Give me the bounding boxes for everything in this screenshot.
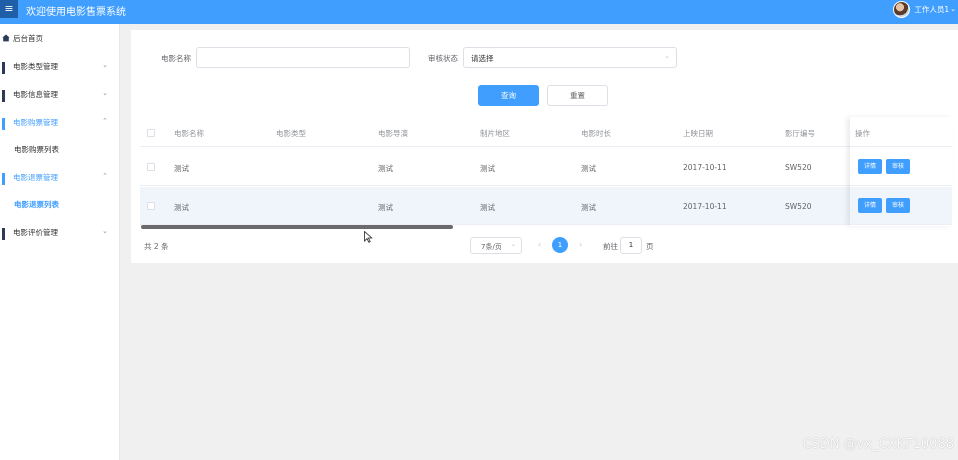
chevron-down-icon[interactable]: ⌄ [950, 5, 956, 13]
cell-director: 测试 [378, 164, 393, 173]
column-header: 影厅编号 [785, 129, 815, 138]
operations-cell: 详情 审核 [850, 187, 952, 225]
operations-header: 操作 [850, 120, 952, 147]
cell-region: 测试 [480, 203, 495, 212]
audit-button[interactable]: 审核 [886, 159, 910, 174]
table-row[interactable]: 测试 测试 测试 测试 2017-10-11 SW520 [140, 187, 952, 225]
chevron-down-icon: ⌄ [102, 89, 108, 97]
column-header: 上映日期 [683, 129, 713, 138]
cell-movie-name: 测试 [174, 164, 189, 173]
chevron-down-icon: ⌄ [510, 241, 516, 248]
audit-status-placeholder: 请选择 [471, 54, 494, 63]
sidebar-item-label: 电影类型管理 [13, 61, 58, 71]
chevron-up-icon: ⌃ [102, 172, 108, 180]
cell-hall-number: SW520 [785, 163, 812, 172]
detail-button[interactable]: 详情 [858, 198, 882, 213]
cell-director: 测试 [378, 203, 393, 212]
hamburger-icon[interactable]: ≡ [0, 0, 18, 18]
sidebar-subitem-refund-list[interactable]: 电影退票列表 [0, 191, 119, 218]
column-header: 制片地区 [480, 129, 510, 138]
table-row[interactable]: 测试 测试 测试 测试 2017-10-11 SW520 [140, 148, 952, 186]
table-header: 电影名称 电影类型 电影导演 制片地区 电影时长 上映日期 影厅编号 [140, 120, 952, 147]
detail-button[interactable]: 详情 [858, 159, 882, 174]
cell-region: 测试 [480, 164, 495, 173]
grid-icon [2, 118, 10, 130]
mouse-cursor-icon [364, 231, 373, 243]
page-size-select[interactable]: 7条/页 ⌄ [470, 237, 522, 254]
row-checkbox[interactable] [147, 202, 155, 210]
cell-movie-name: 测试 [174, 203, 189, 212]
column-header: 电影时长 [581, 129, 611, 138]
row-checkbox[interactable] [147, 163, 155, 171]
chevron-down-icon: ⌄ [102, 227, 108, 235]
reset-button[interactable]: 重置 [547, 85, 608, 106]
movie-name-input[interactable] [196, 47, 410, 68]
goto-label: 前往 [603, 242, 618, 251]
home-icon [2, 34, 10, 42]
cell-duration: 测试 [581, 203, 596, 212]
grid-icon [2, 173, 10, 185]
operations-cell: 详情 审核 [850, 148, 952, 186]
cell-duration: 测试 [581, 164, 596, 173]
grid-icon [2, 228, 10, 240]
chevron-down-icon: ⌄ [102, 61, 108, 69]
sidebar-item-movie-review[interactable]: 电影评价管理 ⌄ [0, 218, 119, 246]
sidebar-item-label: 后台首页 [13, 33, 43, 43]
top-header: ≡ 欢迎使用电影售票系统 工作人员1 ⌄ [0, 0, 958, 24]
cell-hall-number: SW520 [785, 202, 812, 211]
page-size-value: 7条/页 [481, 243, 502, 251]
horizontal-scrollbar[interactable] [141, 225, 453, 229]
audit-status-select[interactable]: 请选择 ⌄ [463, 47, 677, 68]
column-header: 电影类型 [276, 129, 306, 138]
user-menu[interactable]: 工作人员1 ⌄ [893, 0, 958, 18]
chevron-down-icon: ⌄ [664, 52, 670, 60]
grid-icon [2, 62, 10, 74]
select-all-checkbox[interactable] [147, 129, 155, 137]
column-header: 电影导演 [378, 129, 408, 138]
prev-page-icon[interactable]: ‹ [538, 240, 541, 249]
sidebar-item-label: 电影退票管理 [13, 172, 58, 182]
audit-status-label: 审核状态 [428, 54, 458, 63]
avatar[interactable] [893, 0, 911, 18]
current-page-number[interactable]: 1 [552, 237, 568, 253]
watermark: CSDN @vx_CXKF10088 [802, 437, 954, 452]
audit-button[interactable]: 审核 [886, 198, 910, 213]
sidebar-item-label: 电影信息管理 [13, 89, 58, 99]
movie-name-label: 电影名称 [161, 54, 191, 63]
sidebar-item-label: 电影购票管理 [13, 117, 58, 127]
cell-release-date: 2017-10-11 [683, 202, 727, 211]
grid-icon [2, 90, 10, 102]
chevron-up-icon: ⌃ [102, 117, 108, 125]
column-header: 电影名称 [174, 129, 204, 138]
sidebar-item-movie-type[interactable]: 电影类型管理 ⌄ [0, 52, 119, 80]
pagination-total: 共 2 条 [144, 242, 169, 251]
column-header: 操作 [855, 129, 870, 138]
page-suffix-label: 页 [646, 242, 654, 251]
sidebar-item-home[interactable]: 后台首页 [0, 24, 119, 52]
sidebar-subitem-purchase-list[interactable]: 电影购票列表 [0, 136, 119, 163]
cell-release-date: 2017-10-11 [683, 163, 727, 172]
app-title: 欢迎使用电影售票系统 [26, 7, 126, 18]
sidebar: 后台首页 电影类型管理 ⌄ 电影信息管理 ⌄ 电影购票管理 ⌃ 电影购票列表 电… [0, 24, 120, 460]
sidebar-item-ticket-refund[interactable]: 电影退票管理 ⌃ [0, 163, 119, 191]
sidebar-item-ticket-purchase[interactable]: 电影购票管理 ⌃ [0, 108, 119, 136]
sidebar-item-movie-info[interactable]: 电影信息管理 ⌄ [0, 80, 119, 108]
query-button[interactable]: 查询 [478, 85, 539, 106]
goto-page-input[interactable]: 1 [620, 237, 642, 254]
sidebar-item-label: 电影评价管理 [13, 227, 58, 237]
next-page-icon[interactable]: › [579, 240, 582, 249]
user-name[interactable]: 工作人员1 [914, 4, 949, 15]
